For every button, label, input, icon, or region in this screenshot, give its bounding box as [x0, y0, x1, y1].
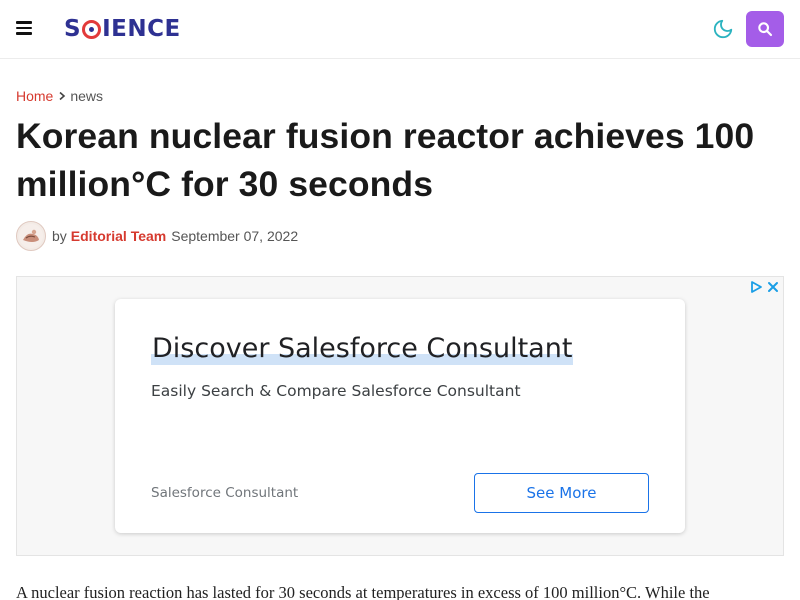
ad-headline[interactable]: Discover Salesforce Consultant: [151, 331, 574, 367]
ad-description: Easily Search & Compare Salesforce Consu…: [151, 382, 521, 400]
search-button[interactable]: [746, 11, 784, 47]
hamburger-menu-icon[interactable]: [16, 21, 32, 35]
logo-text-start: S: [64, 16, 82, 42]
breadcrumb: Home news: [16, 88, 103, 104]
ad-close-icon[interactable]: [767, 281, 779, 293]
moon-icon[interactable]: [712, 18, 734, 40]
search-icon: [758, 22, 773, 37]
ad-source: Salesforce Consultant: [151, 485, 299, 501]
author-link[interactable]: Editorial Team: [71, 228, 166, 244]
publish-date: September 07, 2022: [171, 228, 299, 244]
site-logo[interactable]: S IENCE: [64, 14, 181, 44]
logo-target-icon: [82, 19, 102, 39]
site-header: S IENCE: [0, 0, 800, 59]
article-title: Korean nuclear fusion reactor achieves 1…: [16, 116, 755, 204]
ad-choices: [749, 280, 779, 294]
advertisement: Discover Salesforce Consultant Easily Se…: [16, 276, 784, 556]
article-byline: by Editorial Team September 07, 2022: [16, 220, 298, 252]
ad-card[interactable]: Discover Salesforce Consultant Easily Se…: [115, 299, 685, 533]
byline-by: by: [52, 228, 67, 244]
chevron-right-icon: [59, 91, 66, 101]
logo-text-end: IENCE: [102, 16, 181, 42]
see-more-button[interactable]: See More: [474, 473, 649, 513]
breadcrumb-current: news: [70, 88, 104, 104]
article-first-paragraph: A nuclear fusion reaction has lasted for…: [16, 583, 710, 600]
breadcrumb-home-link[interactable]: Home: [16, 88, 53, 104]
author-avatar[interactable]: [16, 221, 46, 251]
adchoices-play-icon[interactable]: [749, 280, 763, 294]
author-avatar-image: [19, 224, 43, 248]
